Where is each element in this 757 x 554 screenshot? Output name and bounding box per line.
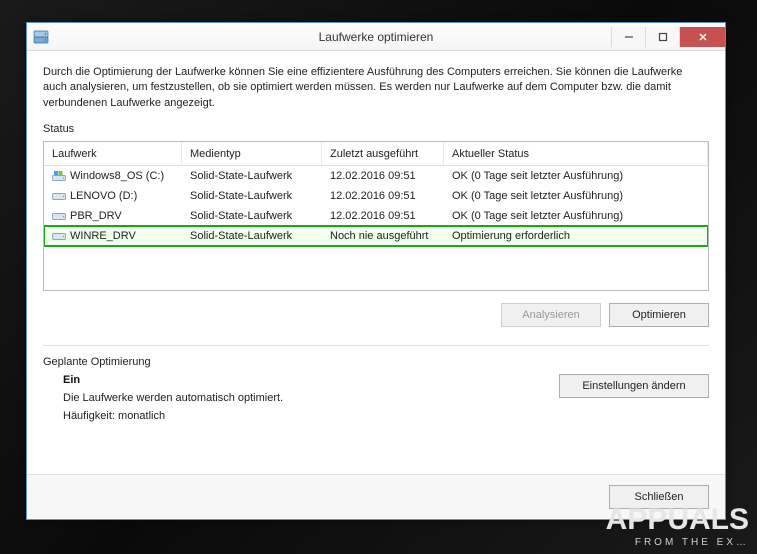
- drives-listview[interactable]: Laufwerk Medientyp Zuletzt ausgeführt Ak…: [43, 141, 709, 291]
- scheduled-heading: Geplante Optimierung: [43, 356, 709, 368]
- cell-last-run: Noch nie ausgeführt: [322, 230, 444, 242]
- maximize-button[interactable]: [645, 27, 679, 47]
- cell-drive: Windows8_OS (C:): [44, 170, 182, 182]
- cell-last-run: 12.02.2016 09:51: [322, 170, 444, 182]
- optimize-drives-window: Laufwerke optimieren Durch die Optimieru…: [26, 22, 726, 520]
- minimize-button[interactable]: [611, 27, 645, 47]
- window-controls: [611, 27, 725, 47]
- column-header-status[interactable]: Aktueller Status: [444, 142, 708, 165]
- column-header-drive[interactable]: Laufwerk: [44, 142, 182, 165]
- drive-name: PBR_DRV: [70, 210, 122, 222]
- cell-status: OK (0 Tage seit letzter Ausführung): [444, 170, 708, 182]
- cell-last-run: 12.02.2016 09:51: [322, 190, 444, 202]
- table-row[interactable]: LENOVO (D:) Solid-State-Laufwerk12.02.201…: [44, 186, 708, 206]
- drive-icon: [52, 230, 66, 242]
- table-row[interactable]: WINRE_DRV Solid-State-LaufwerkNoch nie au…: [44, 226, 708, 246]
- app-icon: [33, 29, 49, 45]
- cell-drive: WINRE_DRV: [44, 230, 182, 242]
- cell-drive: PBR_DRV: [44, 210, 182, 222]
- change-settings-button[interactable]: Einstellungen ändern: [559, 374, 709, 398]
- column-header-media[interactable]: Medientyp: [182, 142, 322, 165]
- window-footer: Schließen: [27, 474, 725, 519]
- separator: [43, 345, 709, 346]
- optimize-button[interactable]: Optimieren: [609, 303, 709, 327]
- status-label: Status: [43, 123, 709, 135]
- close-dialog-button[interactable]: Schließen: [609, 485, 709, 509]
- cell-media: Solid-State-Laufwerk: [182, 190, 322, 202]
- cell-drive: LENOVO (D:): [44, 190, 182, 202]
- drive-icon: [52, 170, 66, 182]
- table-row[interactable]: PBR_DRV Solid-State-Laufwerk12.02.2016 09…: [44, 206, 708, 226]
- drive-icon: [52, 190, 66, 202]
- titlebar[interactable]: Laufwerke optimieren: [27, 23, 725, 51]
- cell-status: OK (0 Tage seit letzter Ausführung): [444, 190, 708, 202]
- description-text: Durch die Optimierung der Laufwerke könn…: [43, 65, 709, 111]
- cell-media: Solid-State-Laufwerk: [182, 230, 322, 242]
- drive-name: WINRE_DRV: [70, 230, 136, 242]
- scheduled-description: Die Laufwerke werden automatisch optimie…: [63, 392, 539, 404]
- cell-media: Solid-State-Laufwerk: [182, 210, 322, 222]
- drive-icon: [52, 210, 66, 222]
- listview-header: Laufwerk Medientyp Zuletzt ausgeführt Ak…: [44, 142, 708, 166]
- drive-name: LENOVO (D:): [70, 190, 137, 202]
- window-content: Durch die Optimierung der Laufwerke könn…: [27, 51, 725, 474]
- drive-name: Windows8_OS (C:): [70, 170, 164, 182]
- cell-media: Solid-State-Laufwerk: [182, 170, 322, 182]
- cell-status: Optimierung erforderlich: [444, 230, 708, 242]
- scheduled-block: Ein Die Laufwerke werden automatisch opt…: [43, 374, 709, 428]
- scheduled-frequency: Häufigkeit: monatlich: [63, 410, 539, 422]
- close-button[interactable]: [679, 27, 725, 47]
- analyze-button[interactable]: Analysieren: [501, 303, 601, 327]
- scheduled-state: Ein: [63, 374, 539, 386]
- cell-status: OK (0 Tage seit letzter Ausführung): [444, 210, 708, 222]
- action-buttons-row: Analysieren Optimieren: [43, 303, 709, 327]
- cell-last-run: 12.02.2016 09:51: [322, 210, 444, 222]
- table-row[interactable]: Windows8_OS (C:) Solid-State-Laufwerk12.0…: [44, 166, 708, 186]
- column-header-last[interactable]: Zuletzt ausgeführt: [322, 142, 444, 165]
